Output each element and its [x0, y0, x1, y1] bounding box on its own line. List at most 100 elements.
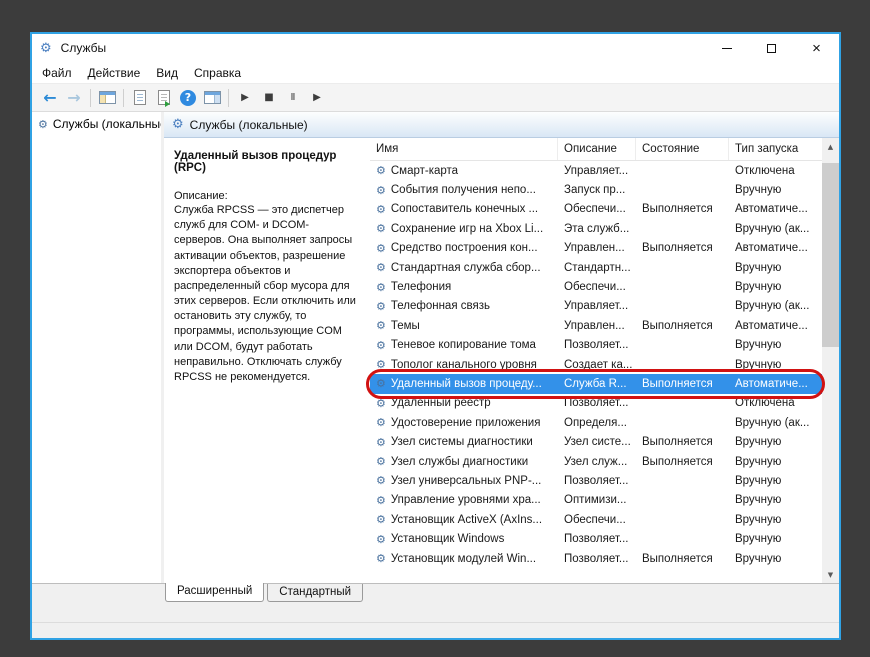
menu-view[interactable]: Вид: [148, 63, 186, 83]
services-table: ИмяОписаниеСостояниеТип запуска ⚙Смарт-к…: [370, 138, 839, 583]
service-name: Удостоверение приложения: [391, 417, 541, 429]
service-description: Определя...: [558, 417, 636, 429]
service-name: Телефония: [391, 281, 451, 293]
back-icon[interactable]: ←: [38, 86, 62, 110]
service-startup-type: Вручную: [729, 339, 822, 351]
service-row[interactable]: ⚙События получения непо...Запуск пр...Вр…: [370, 180, 822, 199]
service-name-cell: ⚙Узел системы диагностики: [370, 436, 558, 448]
service-row[interactable]: ⚙Установщик ActiveX (AxIns...Обеспечи...…: [370, 510, 822, 529]
vertical-scrollbar[interactable]: ▲ ▼: [822, 138, 839, 583]
column-header-status[interactable]: Состояние: [636, 138, 729, 160]
service-status: Выполняется: [636, 456, 729, 468]
service-row[interactable]: ⚙Управление уровнями хра...Оптимизи...Вр…: [370, 491, 822, 510]
service-startup-type: Вручную: [729, 533, 822, 545]
tree-item-services-local[interactable]: ⚙ Службы (локальные): [32, 112, 161, 134]
pause-service-icon[interactable]: Ⅱ: [281, 86, 305, 110]
forward-icon[interactable]: →: [62, 86, 86, 110]
service-name-cell: ⚙ Удостоверение приложения: [370, 417, 558, 429]
service-row-selected[interactable]: ⚙Удаленный вызов процеду...Служба R...Вы…: [370, 374, 822, 393]
service-startup-type: Вручную: [729, 436, 822, 448]
service-row[interactable]: ⚙Телефонная связьУправляет...Вручную (ак…: [370, 297, 822, 316]
service-name: Теневое копирование тома: [391, 339, 536, 351]
export-list-button[interactable]: [128, 86, 152, 110]
tab-extended[interactable]: Расширенный: [165, 583, 264, 602]
service-row[interactable]: ⚙Удостоверение приложенияОпределя...Вруч…: [370, 413, 822, 432]
service-description: Обеспечи...: [558, 203, 636, 215]
service-name: Узел универсальных PNP-...: [391, 475, 542, 487]
titlebar[interactable]: ⚙ Службы ×: [32, 34, 839, 62]
service-description: Позволяет...: [558, 553, 636, 565]
service-name-cell: ⚙Установщик Windows: [370, 533, 558, 545]
service-description: Позволяет...: [558, 397, 636, 409]
service-name-cell: ⚙Стандартная служба сбор...: [370, 262, 558, 274]
service-name-cell: ⚙Смарт-карта: [370, 165, 558, 177]
services-app-icon: ⚙: [40, 42, 52, 55]
service-description: Стандартн...: [558, 262, 636, 274]
description-label: Описание:: [174, 190, 358, 202]
maximize-button[interactable]: [749, 34, 794, 62]
restart-service-icon[interactable]: ▶: [305, 86, 329, 110]
menu-action[interactable]: Действие: [80, 63, 149, 83]
service-row[interactable]: ⚙ТелефонияОбеспечи...Вручную: [370, 277, 822, 296]
service-row[interactable]: ⚙Сохранение игр на Xbox Li...Эта служб..…: [370, 219, 822, 238]
properties-button[interactable]: [152, 86, 176, 110]
service-gear-icon: ⚙: [376, 320, 386, 331]
service-description: Запуск пр...: [558, 184, 636, 196]
column-header-description[interactable]: Описание: [558, 138, 636, 160]
service-row[interactable]: ⚙Установщик WindowsПозволяет...Вручную: [370, 529, 822, 548]
show-console-tree-button[interactable]: [95, 86, 119, 110]
service-description: Управлен...: [558, 320, 636, 332]
service-description-pane: Удаленный вызов процедур (RPC) Описание:…: [164, 138, 370, 583]
service-row[interactable]: ⚙Удаленный реестрПозволяет...Отключена: [370, 394, 822, 413]
service-name: Смарт-карта: [391, 165, 458, 177]
service-startup-type: Вручную: [729, 281, 822, 293]
service-name: Сохранение игр на Xbox Li...: [391, 223, 543, 235]
service-row[interactable]: ⚙Узел службы диагностикиУзел служ...Выпо…: [370, 452, 822, 471]
close-button[interactable]: ×: [794, 34, 839, 62]
scroll-up-button[interactable]: ▲: [822, 138, 839, 155]
service-row[interactable]: ⚙Узел универсальных PNP-...Позволяет...В…: [370, 471, 822, 490]
service-description: Обеспечи...: [558, 514, 636, 526]
service-row[interactable]: ⚙Установщик модулей Win...Позволяет...Вы…: [370, 549, 822, 568]
service-gear-icon: ⚙: [376, 340, 386, 351]
service-description: Управлен...: [558, 242, 636, 254]
service-gear-icon: ⚙: [376, 534, 386, 545]
service-description: Позволяет...: [558, 475, 636, 487]
column-header-name[interactable]: Имя: [370, 138, 558, 160]
service-description: Узел служ...: [558, 456, 636, 468]
service-name: Стандартная служба сбор...: [391, 262, 541, 274]
service-row[interactable]: ⚙Стандартная служба сбор...Стандартн...В…: [370, 258, 822, 277]
stop-service-icon[interactable]: ■: [257, 86, 281, 110]
service-name: Установщик ActiveX (AxIns...: [391, 514, 542, 526]
menu-help[interactable]: Справка: [186, 63, 249, 83]
start-service-icon[interactable]: ▶: [233, 86, 257, 110]
scrollbar-thumb[interactable]: [822, 163, 839, 347]
menu-file[interactable]: Файл: [34, 63, 80, 83]
service-row[interactable]: ⚙Узел системы диагностикиУзел систе...Вы…: [370, 432, 822, 451]
service-startup-type: Отключена: [729, 397, 822, 409]
window-title: Службы: [61, 41, 106, 55]
service-gear-icon: ⚙: [376, 417, 386, 428]
service-row[interactable]: ⚙Теневое копирование томаПозволяет...Вру…: [370, 336, 822, 355]
results-header: ⚙ Службы (локальные): [164, 112, 839, 138]
column-header-startup-type[interactable]: Тип запуска: [729, 138, 822, 160]
minimize-button[interactable]: [704, 34, 749, 62]
view-tabs: РасширенныйСтандартный: [32, 583, 839, 602]
service-startup-type: Вручную: [729, 514, 822, 526]
service-description: Создает ка...: [558, 359, 636, 371]
service-name: События получения непо...: [391, 184, 536, 196]
tab-standard[interactable]: Стандартный: [267, 584, 363, 602]
service-startup-type: Автоматиче...: [729, 203, 822, 215]
service-row[interactable]: ⚙Средство построения кон...Управлен...Вы…: [370, 239, 822, 258]
scroll-down-button[interactable]: ▼: [822, 566, 839, 583]
service-row[interactable]: ⚙Тополог канального уровняСоздает ка...В…: [370, 355, 822, 374]
service-row[interactable]: ⚙Смарт-картаУправляет...Отключена: [370, 161, 822, 180]
show-action-pane-icon: [204, 91, 221, 104]
service-row[interactable]: ⚙ТемыУправлен...ВыполняетсяАвтоматиче...: [370, 316, 822, 335]
service-row[interactable]: ⚙Сопоставитель конечных ...Обеспечи...Вы…: [370, 200, 822, 219]
help-button[interactable]: ?: [176, 86, 200, 110]
scroll-up-icon: ▲: [828, 143, 833, 151]
service-name: Темы: [391, 320, 420, 332]
service-gear-icon: ⚙: [376, 398, 386, 409]
show-action-pane-button[interactable]: [200, 86, 224, 110]
